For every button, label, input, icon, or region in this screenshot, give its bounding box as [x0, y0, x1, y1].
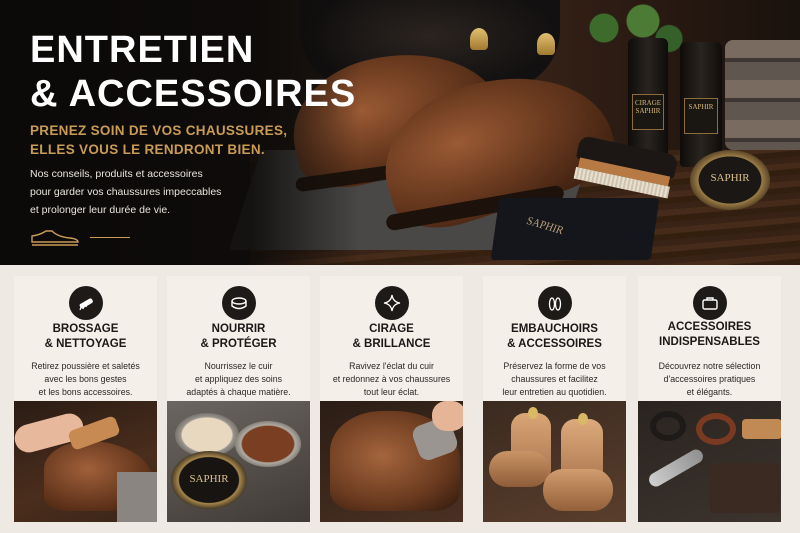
card-desc-line2: et appliquez des soins	[194, 374, 283, 384]
polish-tin-image: SAPHIR	[690, 150, 770, 210]
tin-label: SAPHIR	[189, 473, 229, 485]
card-title-line2: & NETTOYAGE	[44, 338, 127, 350]
hand-image	[432, 401, 463, 431]
card-photo-nourishing: SAPHIR	[167, 401, 310, 522]
shoe-tree-knob	[470, 28, 488, 50]
card-description: Préservez la forme de vos chaussures et …	[489, 360, 620, 399]
card-desc-line2: d'accessoires pratiques	[663, 374, 756, 384]
folded-cloths-image	[725, 40, 800, 150]
shoe-tree-knob	[578, 413, 588, 425]
card-photo-polishing	[320, 401, 463, 522]
card-desc-line3: leur entretien au quotidien.	[502, 387, 607, 397]
tin-label: SAPHIR	[710, 172, 750, 184]
polish-bottle-1: CIRAGE SAPHIR	[628, 38, 668, 163]
polishing-cloth-image: SAPHIR	[490, 198, 660, 260]
card-title-line2: & PROTÉGER	[200, 338, 277, 350]
page-title-line2: & ACCESSOIRES	[30, 73, 357, 115]
cloth-image	[117, 472, 157, 522]
sparkle-icon	[374, 286, 409, 320]
hero-desc-line1: Nos conseils, produits et accessoires	[30, 168, 203, 180]
brown-polish-image	[235, 421, 301, 467]
card-title-line2: INDISPENSABLES	[659, 336, 760, 348]
card-title: CIRAGE & BRILLANCE	[320, 322, 463, 352]
card-photo-accessories	[638, 401, 781, 522]
shoe-tree-icon	[537, 286, 572, 320]
card-desc-line1: Retirez poussière et saletés	[31, 361, 140, 371]
card-photo-brushing	[14, 401, 157, 522]
shoe-tree-knob	[537, 33, 555, 55]
card-title: NOURRIR & PROTÉGER	[167, 322, 310, 352]
card-title: ACCESSOIRES INDISPENSABLES	[638, 320, 781, 350]
card-title-line1: CIRAGE	[369, 323, 414, 335]
card-title-line1: EMBAUCHOIRS	[511, 323, 598, 335]
card-desc-line1: Découvrez notre sélection	[658, 361, 761, 371]
card-title-line2: & ACCESSOIRES	[507, 338, 602, 350]
card-title-line2: & BRILLANCE	[352, 338, 431, 350]
card-description: Nourrissez le cuir et appliquez des soin…	[173, 360, 304, 399]
hero-desc-line2: pour garder vos chaussures impeccables	[30, 186, 222, 198]
cloth-label: SAPHIR	[524, 214, 566, 238]
belt-roll-brown-image	[696, 413, 736, 445]
shoe-tree-knob	[528, 407, 538, 419]
shoehorn-image	[646, 446, 706, 490]
card-desc-line3: et élégants.	[686, 387, 733, 397]
card-description: Retirez poussière et saletés avec les bo…	[20, 360, 151, 399]
card-desc-line3: et les bons accessoires.	[38, 387, 133, 397]
card-cirage[interactable]: CIRAGE & BRILLANCE Ravivez l'éclat du cu…	[320, 276, 463, 522]
bottle-label-brand: SAPHIR	[635, 107, 661, 116]
card-title: BROSSAGE & NETTOYAGE	[14, 322, 157, 352]
card-desc-line1: Ravivez l'éclat du cuir	[349, 361, 434, 371]
polish-tin-icon	[221, 286, 256, 320]
card-title-line1: BROSSAGE	[52, 323, 119, 335]
brush-image	[742, 419, 781, 439]
shoe-outline-icon	[31, 230, 79, 246]
shoe-tree-toe-image	[489, 451, 549, 487]
card-desc-line3: tout leur éclat.	[363, 387, 420, 397]
card-desc-line1: Nourrissez le cuir	[204, 361, 273, 371]
hero-divider	[90, 237, 130, 238]
card-desc-line2: chaussures et facilitez	[511, 374, 598, 384]
card-description: Découvrez notre sélection d'accessoires …	[644, 360, 775, 399]
card-accessoires[interactable]: ACCESSOIRES INDISPENSABLES Découvrez not…	[638, 276, 781, 522]
card-desc-line2: avec les bons gestes	[44, 374, 127, 384]
card-nourrir[interactable]: NOURRIR & PROTÉGER Nourrissez le cuir et…	[167, 276, 310, 522]
card-desc-line3: adaptés à chaque matière.	[186, 387, 291, 397]
brush-icon	[68, 286, 103, 320]
hero-description: Nos conseils, produits et accessoires po…	[30, 165, 250, 219]
card-embauchoirs[interactable]: EMBAUCHOIRS & ACCESSOIRES Préservez la f…	[483, 276, 626, 522]
card-title: EMBAUCHOIRS & ACCESSOIRES	[483, 322, 626, 352]
hero-banner: CIRAGE SAPHIR SAPHIR SAPHIR SAPHIR ENTRET…	[0, 0, 800, 265]
polish-bottle-2: SAPHIR	[680, 42, 722, 167]
hero-subtitle-line2: ELLES VOUS LE RENDRONT BIEN.	[30, 142, 265, 157]
card-desc-line1: Préservez la forme de vos	[503, 361, 606, 371]
card-brossage[interactable]: BROSSAGE & NETTOYAGE Retirez poussière e…	[14, 276, 157, 522]
card-description: Ravivez l'éclat du cuir et redonnez à vo…	[326, 360, 457, 399]
card-title-line1: ACCESSOIRES	[667, 321, 752, 333]
card-photo-shoe-trees	[483, 401, 626, 522]
wallet-image	[710, 463, 780, 513]
page-title: ENTRETIEN & ACCESSOIRES	[30, 28, 356, 116]
hero-subtitle: PRENEZ SOIN DE VOS CHAUSSURES, ELLES VOU…	[30, 121, 287, 159]
hero-desc-line3: et prolonger leur durée de vie.	[30, 204, 171, 216]
bottle-label-brand: SAPHIR	[688, 103, 714, 112]
shoe-tree-toe-image	[543, 469, 613, 511]
belt-roll-black-image	[650, 411, 686, 441]
page-title-line1: ENTRETIEN	[30, 29, 255, 71]
card-desc-line2: et redonnez à vos chaussures	[332, 374, 451, 384]
hero-subtitle-line1: PRENEZ SOIN DE VOS CHAUSSURES,	[30, 123, 288, 138]
card-title-line1: NOURRIR	[211, 323, 266, 335]
saphir-tin-image: SAPHIR	[171, 451, 247, 509]
bottle-label: CIRAGE	[634, 99, 662, 108]
briefcase-icon	[692, 286, 727, 320]
